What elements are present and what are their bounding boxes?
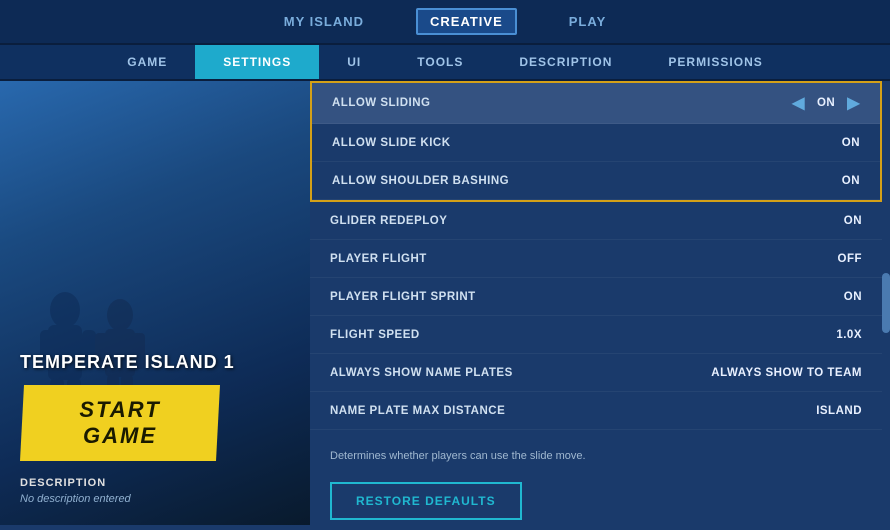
left-panel: TEMPERATE ISLAND 1 START GAME DESCRIPTIO… — [0, 81, 310, 525]
second-nav: GAME SETTINGS UI TOOLS DESCRIPTION PERMI… — [0, 45, 890, 81]
setting-label-name-plate-max-distance: NAME PLATE MAX DISTANCE — [330, 405, 505, 417]
tab-settings[interactable]: SETTINGS — [195, 45, 319, 79]
setting-value-name-plate-max-distance: ISLAND — [816, 405, 862, 417]
value-allow-slide-kick: ON — [842, 137, 860, 149]
setting-row-player-flight[interactable]: PLAYER FLIGHT OFF — [310, 240, 882, 278]
tab-description[interactable]: DESCRIPTION — [491, 45, 640, 79]
setting-row-flight-speed[interactable]: FLIGHT SPEED 1.0X — [310, 316, 882, 354]
setting-row-name-plate-max-distance[interactable]: NAME PLATE MAX DISTANCE ISLAND — [310, 392, 882, 430]
island-title: TEMPERATE ISLAND 1 — [20, 352, 290, 373]
setting-label-allow-slide-kick: ALLOW SLIDE KICK — [332, 137, 451, 149]
tab-ui[interactable]: UI — [319, 45, 389, 79]
value-allow-sliding: ON — [817, 97, 835, 109]
top-nav: MY ISLAND CREATIVE PLAY — [0, 0, 890, 45]
tab-tools[interactable]: TOOLS — [389, 45, 491, 79]
nav-item-play[interactable]: PLAY — [557, 10, 618, 33]
setting-label-allow-sliding: ALLOW SLIDING — [332, 97, 431, 109]
setting-value-allow-shoulder-bashing: ON — [842, 175, 860, 187]
hint-text: Determines whether players can use the s… — [310, 440, 882, 478]
setting-value-always-show-name-plates: ALWAYS SHOW TO TEAM — [711, 367, 862, 379]
setting-row-allow-slide-kick[interactable]: ALLOW SLIDE KICK ON — [312, 124, 880, 162]
setting-label-player-flight-sprint: PLAYER FLIGHT SPRINT — [330, 291, 476, 303]
tab-game[interactable]: GAME — [99, 45, 195, 79]
setting-value-allow-sliding: ◀ ON ▶ — [792, 93, 860, 113]
main-content: TEMPERATE ISLAND 1 START GAME DESCRIPTIO… — [0, 81, 890, 525]
description-text: No description entered — [20, 493, 290, 505]
settings-container: ALLOW SLIDING ◀ ON ▶ ALLOW SLIDE KICK ON — [310, 81, 882, 525]
value-allow-shoulder-bashing: ON — [842, 175, 860, 187]
setting-value-allow-slide-kick: ON — [842, 137, 860, 149]
setting-row-player-flight-sprint[interactable]: PLAYER FLIGHT SPRINT ON — [310, 278, 882, 316]
setting-label-always-show-name-plates: ALWAYS SHOW NAME PLATES — [330, 367, 513, 379]
nav-item-creative[interactable]: CREATIVE — [416, 8, 517, 35]
setting-row-always-show-name-plates[interactable]: ALWAYS SHOW NAME PLATES ALWAYS SHOW TO T… — [310, 354, 882, 392]
start-game-button[interactable]: START GAME — [20, 385, 220, 461]
tab-permissions[interactable]: PERMISSIONS — [640, 45, 790, 79]
setting-value-player-flight-sprint: ON — [844, 291, 862, 303]
right-panel: ALLOW SLIDING ◀ ON ▶ ALLOW SLIDE KICK ON — [310, 81, 890, 525]
nav-item-my-island[interactable]: MY ISLAND — [272, 10, 376, 33]
setting-value-glider-redeploy: ON — [844, 215, 862, 227]
description-label: DESCRIPTION — [20, 477, 290, 489]
setting-value-player-flight: OFF — [838, 253, 863, 265]
setting-value-flight-speed: 1.0X — [836, 329, 862, 341]
setting-row-glider-redeploy[interactable]: GLIDER REDEPLOY ON — [310, 202, 882, 240]
setting-row-allow-sliding[interactable]: ALLOW SLIDING ◀ ON ▶ — [312, 83, 880, 124]
restore-defaults-button[interactable]: RESTORE DEFAULTS — [330, 482, 522, 520]
setting-label-allow-shoulder-bashing: ALLOW SHOULDER BASHING — [332, 175, 509, 187]
arrow-left-allow-sliding[interactable]: ◀ — [792, 93, 805, 113]
scrollbar-thumb[interactable] — [882, 273, 890, 333]
setting-label-player-flight: PLAYER FLIGHT — [330, 253, 427, 265]
arrow-right-allow-sliding[interactable]: ▶ — [847, 93, 860, 113]
setting-label-glider-redeploy: GLIDER REDEPLOY — [330, 215, 447, 227]
highlighted-settings-group: ALLOW SLIDING ◀ ON ▶ ALLOW SLIDE KICK ON — [310, 81, 882, 202]
setting-label-flight-speed: FLIGHT SPEED — [330, 329, 420, 341]
left-panel-info: TEMPERATE ISLAND 1 START GAME DESCRIPTIO… — [0, 352, 310, 505]
setting-row-allow-shoulder-bashing[interactable]: ALLOW SHOULDER BASHING ON — [312, 162, 880, 200]
